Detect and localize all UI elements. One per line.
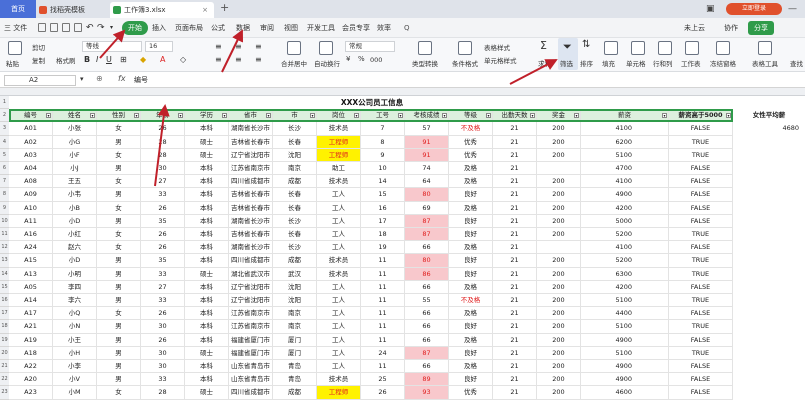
arrow-to-data-tab bbox=[221, 29, 244, 73]
arrow-to-age-filter bbox=[154, 104, 170, 187]
arrow-to-filter-button bbox=[509, 59, 558, 85]
annotation-arrows bbox=[99, 29, 558, 187]
arrow-to-home-tab bbox=[99, 29, 126, 59]
spreadsheet-window: 首页 找稻壳模板 工作簿3.xlsx × + ▣ 立即登录 — 三 文件 ↶ ↷… bbox=[0, 0, 805, 400]
